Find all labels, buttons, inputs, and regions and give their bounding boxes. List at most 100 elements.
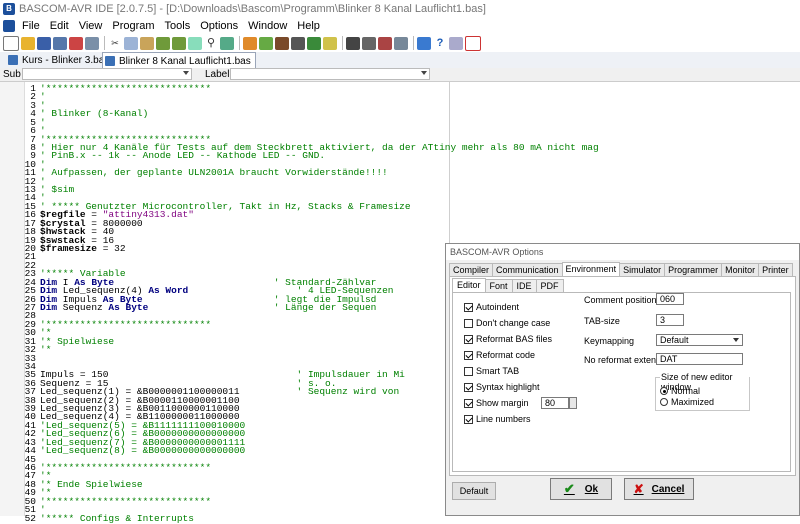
tab-size-input[interactable]: 3 — [656, 314, 684, 326]
indent-icon[interactable] — [156, 36, 170, 50]
open-folder-icon[interactable] — [21, 36, 35, 50]
checkbox-box — [464, 398, 473, 408]
menu-tools[interactable]: Tools — [160, 20, 196, 32]
new-window-group: Size of new editor window Normal Maximiz… — [655, 372, 750, 411]
label-label: Label — [205, 69, 230, 80]
chip-icon[interactable] — [275, 36, 289, 50]
reformat-code-checkbox[interactable]: Reformat code — [464, 350, 535, 360]
checkbox-label: Syntax highlight — [476, 382, 540, 392]
unindent-icon[interactable] — [172, 36, 186, 50]
save-icon[interactable] — [37, 36, 51, 50]
comment-position-label: Comment position — [584, 295, 657, 305]
subtab-ide[interactable]: IDE — [511, 279, 537, 292]
code-line[interactable]: 1 '***************************** — [0, 83, 599, 93]
file-icon — [105, 56, 115, 66]
bookmark-icon[interactable] — [188, 36, 202, 50]
margin-spinner[interactable] — [569, 397, 577, 409]
sub-combo[interactable] — [22, 68, 192, 80]
subtab-font[interactable]: Font — [484, 279, 513, 292]
tab-printer[interactable]: Printer — [758, 263, 793, 276]
reformat-bas-checkbox[interactable]: Reformat BAS files — [464, 334, 552, 344]
settings-icon[interactable] — [394, 36, 408, 50]
keymapping-select[interactable]: Default — [656, 334, 743, 346]
subtab-pdf[interactable]: PDF — [535, 279, 564, 292]
no-reformat-input[interactable]: DAT — [656, 353, 743, 365]
paste-icon[interactable] — [140, 36, 154, 50]
code-token: '***************************** — [40, 495, 212, 507]
checkbox-box — [464, 350, 473, 360]
tools-icon[interactable] — [378, 36, 392, 50]
editor-subtabs: Editor Font IDE PDF — [452, 278, 564, 293]
menu-window[interactable]: Window — [243, 20, 292, 32]
font-editor-icon[interactable] — [362, 36, 376, 50]
label-combo[interactable] — [230, 68, 430, 80]
program-chip-icon[interactable] — [291, 36, 305, 50]
code-line[interactable]: 4 ' Blinker (8-Kanal) — [0, 109, 599, 119]
navigation-bar: Sub Label — [0, 68, 800, 82]
show-margin-input[interactable]: 80 — [541, 397, 569, 409]
simulate-icon[interactable] — [307, 36, 321, 50]
code-line[interactable]: 13 ' $sim — [0, 185, 599, 195]
radio-normal[interactable]: Normal — [660, 386, 700, 396]
subtab-editor[interactable]: Editor — [452, 278, 486, 293]
code-line[interactable]: 9 ' PinB.x -- 1k -- Anode LED -- Kathode … — [0, 150, 599, 162]
help-icon[interactable]: ? — [433, 36, 447, 50]
print-icon[interactable] — [85, 36, 99, 50]
code-token: ' PinB.x -- 1k -- Anode LED -- Kathode L… — [40, 150, 326, 162]
tab-environment[interactable]: Environment — [561, 262, 621, 277]
checkmark-icon: ✔ — [563, 481, 575, 496]
window-title: BASCOM-AVR IDE [2.0.7.5] - [D:\Downloads… — [19, 2, 486, 15]
menu-file[interactable]: File — [17, 20, 45, 32]
code-line[interactable]: 11 ' Aufpassen, der geplante ULN2001A bra… — [0, 168, 599, 178]
radio-maximized[interactable]: Maximized — [660, 397, 714, 407]
cancel-button[interactable]: ✘ Cancel — [624, 478, 694, 500]
new-file-icon[interactable] — [3, 35, 19, 51]
code-token: '***** Configs & Interrupts — [40, 512, 194, 524]
menu-view[interactable]: View — [74, 20, 108, 32]
cut-icon[interactable]: ✂ — [108, 36, 122, 50]
options-icon[interactable] — [465, 35, 481, 51]
pdf-icon[interactable] — [449, 36, 463, 50]
save-as-icon[interactable] — [53, 36, 67, 50]
show-margin-checkbox[interactable]: Show margin — [464, 398, 529, 408]
code-token: '***************************** — [40, 461, 212, 473]
tab-simulator[interactable]: Simulator — [619, 263, 666, 276]
syntax-highlight-checkbox[interactable]: Syntax highlight — [464, 382, 540, 392]
tab-compiler[interactable]: Compiler — [449, 263, 494, 276]
code-line[interactable]: 5 ' — [0, 117, 599, 127]
code-token: ' Sequenz wird von — [296, 386, 400, 398]
menu-help[interactable]: Help — [292, 20, 325, 32]
terminal-icon[interactable] — [323, 36, 337, 50]
code-line[interactable]: 12 ' — [0, 176, 599, 186]
document-icon[interactable] — [3, 19, 15, 32]
file-tab-label: Blinker 8 Kanal Lauflicht1.bas — [119, 55, 251, 67]
tab-monitor[interactable]: Monitor — [721, 263, 760, 276]
default-button[interactable]: Default — [452, 482, 496, 500]
radio-label: Normal — [671, 386, 701, 396]
smart-tab-checkbox[interactable]: Smart TAB — [464, 366, 519, 376]
code-line[interactable]: 2 ' — [0, 92, 599, 102]
menu-program[interactable]: Program — [107, 20, 159, 32]
checkbox-box — [464, 366, 473, 376]
tab-communication[interactable]: Communication — [492, 263, 563, 276]
line-numbers-checkbox[interactable]: Line numbers — [464, 414, 531, 424]
app-icon: B — [3, 2, 15, 15]
checkbox-box — [464, 302, 473, 312]
file-tab[interactable]: Kurs - Blinker 3.bas — [6, 53, 113, 67]
autoindent-checkbox[interactable]: Autoindent — [464, 302, 519, 312]
syntax-check-icon[interactable] — [259, 36, 273, 50]
lcd-designer-icon[interactable] — [346, 36, 360, 50]
copy-icon[interactable] — [124, 36, 138, 50]
find-icon[interactable]: ⚲ — [204, 36, 218, 50]
file-tab-active[interactable]: Blinker 8 Kanal Lauflicht1.bas — [102, 52, 256, 69]
menu-options[interactable]: Options — [195, 20, 243, 32]
find-next-icon[interactable] — [220, 36, 234, 50]
close-file-icon[interactable] — [69, 36, 83, 50]
tab-programmer[interactable]: Programmer — [664, 263, 723, 276]
dont-change-case-checkbox[interactable]: Don't change case — [464, 318, 550, 328]
menu-edit[interactable]: Edit — [45, 20, 74, 32]
comment-position-input[interactable]: 060 — [656, 293, 684, 305]
compile-icon[interactable] — [243, 36, 257, 50]
ok-button[interactable]: ✔ Ok — [550, 478, 612, 500]
web-icon[interactable] — [417, 36, 431, 50]
